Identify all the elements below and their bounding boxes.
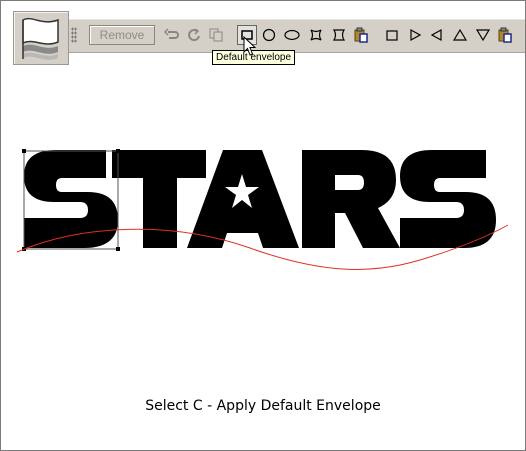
paste-envelope-icon[interactable] [351, 25, 371, 45]
mouse-pointer-icon [243, 36, 257, 56]
stars-artwork[interactable] [24, 150, 496, 248]
drawing-canvas[interactable] [0, 70, 526, 370]
toolbar-grip[interactable] [71, 27, 77, 43]
triangle-right-icon[interactable] [405, 25, 425, 45]
letter-s-2 [400, 150, 496, 248]
triangle-down-icon[interactable] [473, 25, 493, 45]
undo-envelope-icon[interactable] [162, 25, 182, 45]
ellipse-envelope-icon[interactable] [282, 25, 302, 45]
redo-envelope-icon[interactable] [184, 25, 204, 45]
letter-r [302, 150, 400, 248]
instruction-caption: Select C - Apply Default Envelope [145, 398, 381, 414]
circle-envelope-icon[interactable] [259, 25, 279, 45]
letter-s [24, 150, 118, 248]
triangle-left-icon[interactable] [427, 25, 447, 45]
concave-envelope-icon[interactable] [306, 25, 326, 45]
square-envelope-icon[interactable] [382, 25, 402, 45]
remove-button[interactable]: Remove [89, 25, 155, 45]
copy-envelope-icon[interactable] [206, 25, 226, 45]
triangle-up-icon[interactable] [450, 25, 470, 45]
envelope-tool-icon[interactable] [13, 11, 69, 65]
paste-envelope-icon-2[interactable] [495, 25, 515, 45]
bulge-envelope-icon[interactable] [329, 25, 349, 45]
